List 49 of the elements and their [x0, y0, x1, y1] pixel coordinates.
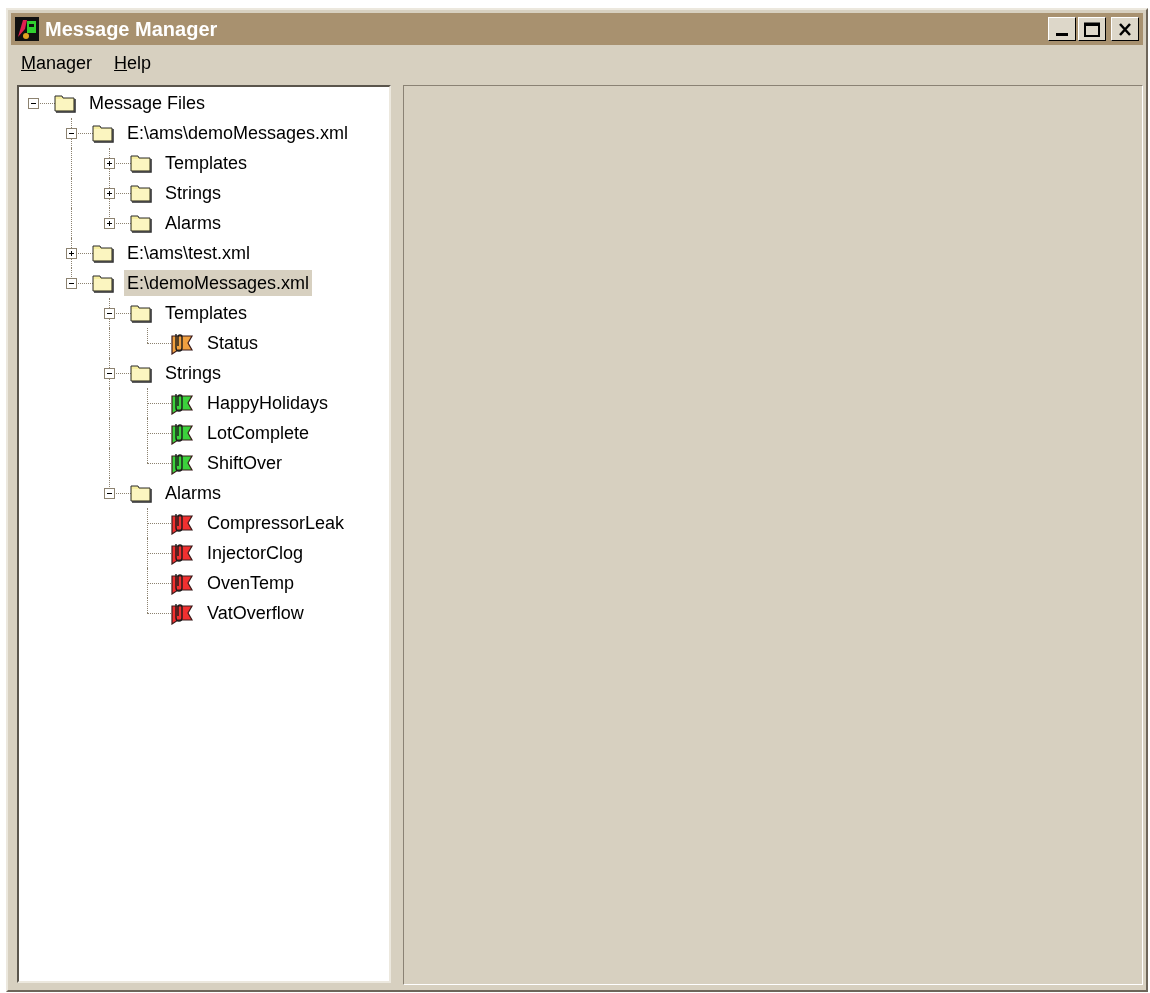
- folder-icon: [92, 123, 114, 143]
- collapse-toggle-icon[interactable]: [104, 307, 115, 319]
- app-logo-icon: [15, 17, 39, 41]
- collapse-toggle-icon[interactable]: [66, 277, 77, 289]
- tree-item[interactable]: ShiftOver: [204, 450, 286, 476]
- window-title: Message Manager: [45, 19, 218, 39]
- folder-icon: [130, 213, 152, 233]
- tree-item[interactable]: Status: [204, 330, 262, 356]
- tree-item[interactable]: E:\ams\demoMessages.xml: [124, 120, 352, 146]
- tree-item[interactable]: E:\demoMessages.xml: [124, 270, 313, 296]
- tree-item[interactable]: Templates: [162, 150, 251, 176]
- tree-item[interactable]: OvenTemp: [204, 570, 298, 596]
- expand-toggle-icon[interactable]: [66, 247, 77, 259]
- folder-icon: [92, 243, 114, 263]
- tree-item[interactable]: Templates: [162, 300, 251, 326]
- folder-icon: [130, 363, 152, 383]
- menu-item[interactable]: Manager: [21, 54, 93, 72]
- close-icon: [1118, 22, 1132, 36]
- close-button[interactable]: [1111, 17, 1139, 41]
- tree-item[interactable]: Strings: [162, 360, 225, 386]
- folder-icon: [130, 303, 152, 323]
- minimize-icon: [1056, 33, 1068, 36]
- tree-item[interactable]: VatOverflow: [204, 600, 307, 626]
- folder-icon: [54, 93, 76, 113]
- tree-item[interactable]: Alarms: [162, 210, 224, 236]
- folder-icon: [130, 153, 152, 173]
- tree-item[interactable]: CompressorLeak: [204, 510, 348, 536]
- folder-icon: [130, 483, 152, 503]
- tree-item[interactable]: LotComplete: [204, 420, 313, 446]
- tree-item[interactable]: Alarms: [162, 480, 224, 506]
- tree-view[interactable]: [17, 85, 391, 983]
- collapse-toggle-icon[interactable]: [66, 127, 77, 139]
- expand-toggle-icon[interactable]: [104, 157, 115, 169]
- collapse-toggle-icon[interactable]: [104, 487, 115, 499]
- folder-icon: [130, 183, 152, 203]
- maximize-button[interactable]: [1078, 17, 1106, 41]
- maximize-icon: [1084, 21, 1100, 37]
- minimize-button[interactable]: [1048, 17, 1076, 41]
- collapse-toggle-icon[interactable]: [28, 97, 39, 109]
- tree-item[interactable]: Message Files: [86, 90, 209, 116]
- expand-toggle-icon[interactable]: [104, 187, 115, 199]
- tree-item[interactable]: HappyHolidays: [204, 390, 332, 416]
- folder-icon: [92, 273, 114, 293]
- tree-item[interactable]: E:\ams\test.xml: [124, 240, 254, 266]
- tree-item[interactable]: Strings: [162, 180, 225, 206]
- collapse-toggle-icon[interactable]: [104, 367, 115, 379]
- menu-item[interactable]: Help: [114, 54, 152, 72]
- tree-item[interactable]: InjectorClog: [204, 540, 307, 566]
- expand-toggle-icon[interactable]: [104, 217, 115, 229]
